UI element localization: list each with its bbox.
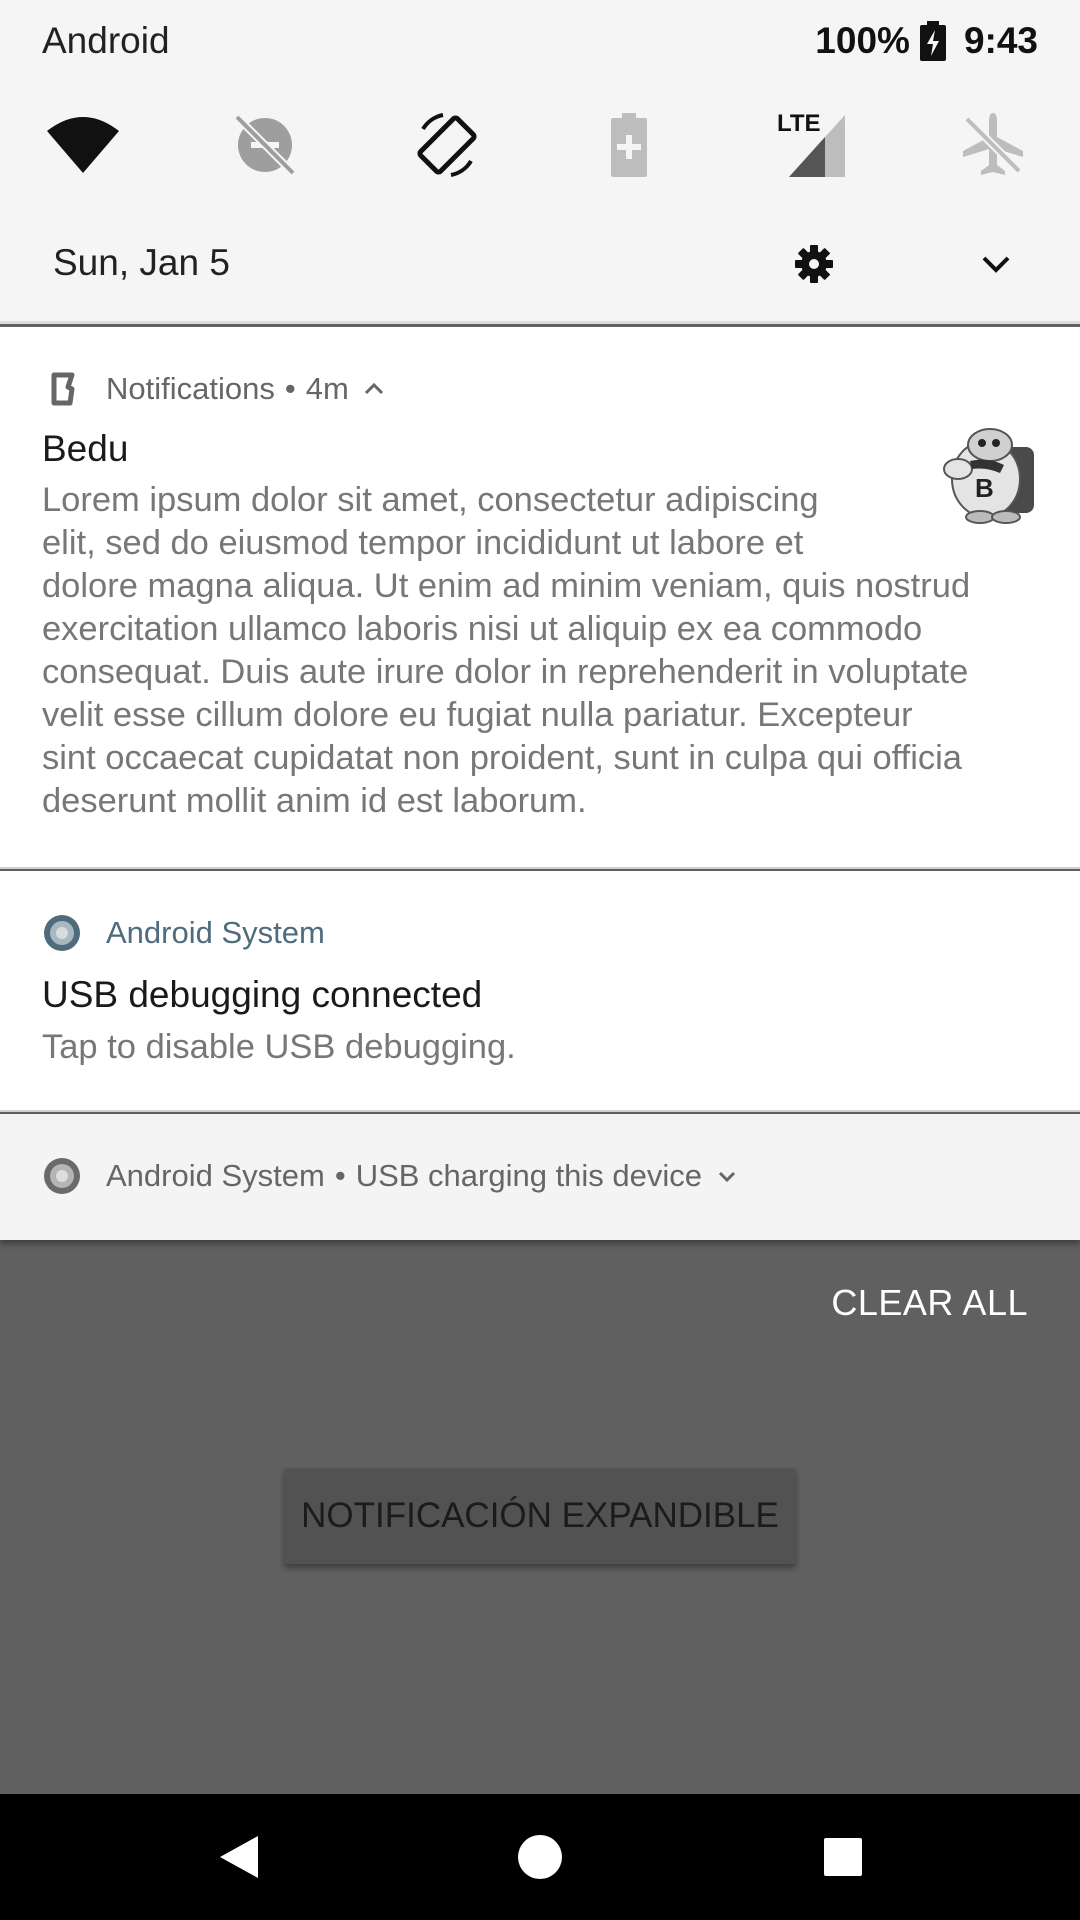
- expandable-notification-button[interactable]: NOTIFICACIÓN EXPANDIBLE: [284, 1468, 796, 1564]
- thumbnail-letter: B: [975, 473, 994, 503]
- back-icon[interactable]: [206, 1824, 272, 1890]
- body-line: consequat. Duis aute irure dolor in repr…: [42, 653, 969, 691]
- tile-auto-rotate[interactable]: [402, 100, 492, 190]
- notification-usb-debugging[interactable]: Android System USB debugging connected T…: [0, 871, 1080, 1112]
- notification-subtext: USB charging this device: [355, 1158, 703, 1193]
- body-line: sint occaecat cupidatat non proident, su…: [42, 739, 962, 777]
- collapse-chevron-up-icon[interactable]: [361, 376, 387, 402]
- tile-airplane-mode[interactable]: [948, 100, 1038, 190]
- auto-rotate-icon: [417, 113, 477, 177]
- home-icon[interactable]: [507, 1824, 573, 1890]
- quick-settings-panel: Android 100% 9:43 LTE Sun, Jan 5: [0, 0, 1080, 324]
- status-right: 100% 9:43: [815, 20, 1038, 62]
- app-name: Android System: [106, 1158, 325, 1193]
- body-line: dolore magna aliqua. Ut enim ad minim ve…: [42, 567, 971, 605]
- header-separator: •: [334, 1158, 346, 1193]
- tile-mobile-data[interactable]: LTE: [766, 100, 856, 190]
- tile-wifi[interactable]: [38, 100, 128, 190]
- body-line: velit esse cillum dolore eu fugiat nulla…: [42, 696, 913, 734]
- header-separator: •: [284, 371, 296, 406]
- bedu-mascot-thumbnail: B: [943, 428, 1034, 524]
- expand-chevron-down-icon[interactable]: [714, 1163, 740, 1189]
- notification-title: USB debugging connected: [42, 974, 483, 1015]
- clock: 9:43: [963, 20, 1038, 61]
- notification-body: Tap to disable USB debugging.: [42, 1028, 516, 1066]
- body-line: exercitation ullamco laboris nisi ut ali…: [42, 610, 923, 648]
- clear-all-button[interactable]: CLEAR ALL: [831, 1282, 1028, 1324]
- svg-text:LTE: LTE: [777, 110, 821, 137]
- battery-percent: 100%: [815, 20, 910, 61]
- notification-usb-charging[interactable]: Android System • USB charging this devic…: [0, 1114, 1080, 1240]
- notification-body: Lorem ipsum dolor sit amet, consectetur …: [42, 479, 970, 823]
- notification-time: 4m: [305, 371, 349, 406]
- android-system-icon: [44, 1158, 80, 1194]
- body-line: Lorem ipsum dolor sit amet, consectetur …: [42, 481, 819, 519]
- wifi-icon: [47, 117, 119, 173]
- status-bar: Android 100% 9:43: [0, 0, 1080, 86]
- app-name: Android System: [106, 915, 325, 950]
- android-system-icon: [44, 915, 80, 951]
- do-not-disturb-off-icon: [234, 114, 296, 176]
- bedu-app-icon: [51, 372, 75, 406]
- notification-header: Android System • USB charging this devic…: [42, 1156, 740, 1196]
- tile-do-not-disturb[interactable]: [220, 100, 310, 190]
- recents-icon[interactable]: [810, 1824, 876, 1890]
- battery-charging-icon: [919, 21, 946, 61]
- notification-title: Bedu: [42, 428, 129, 469]
- battery-saver-icon: [611, 113, 647, 177]
- body-line: elit, sed do eiusmod tempor incididunt u…: [42, 524, 804, 562]
- notification-header: Android System: [42, 913, 325, 953]
- expand-chevron-down-icon[interactable]: [976, 244, 1016, 284]
- notification-header: Notifications • 4m: [42, 369, 387, 409]
- shade-date: Sun, Jan 5: [53, 242, 230, 283]
- body-line: deserunt mollit anim id est laborum.: [42, 782, 587, 820]
- tile-battery-saver[interactable]: [584, 100, 674, 190]
- notification-bedu[interactable]: Notifications • 4m Bedu Lorem ipsum dolo…: [0, 327, 1080, 869]
- quick-tiles-row: LTE: [0, 100, 1080, 190]
- app-name: Notifications: [106, 371, 275, 406]
- lte-signal-icon: LTE: [777, 110, 845, 177]
- carrier-label: Android: [42, 20, 170, 61]
- navigation-bar: [0, 1794, 1080, 1920]
- airplane-mode-icon: [963, 113, 1023, 175]
- settings-gear-icon[interactable]: [790, 240, 838, 288]
